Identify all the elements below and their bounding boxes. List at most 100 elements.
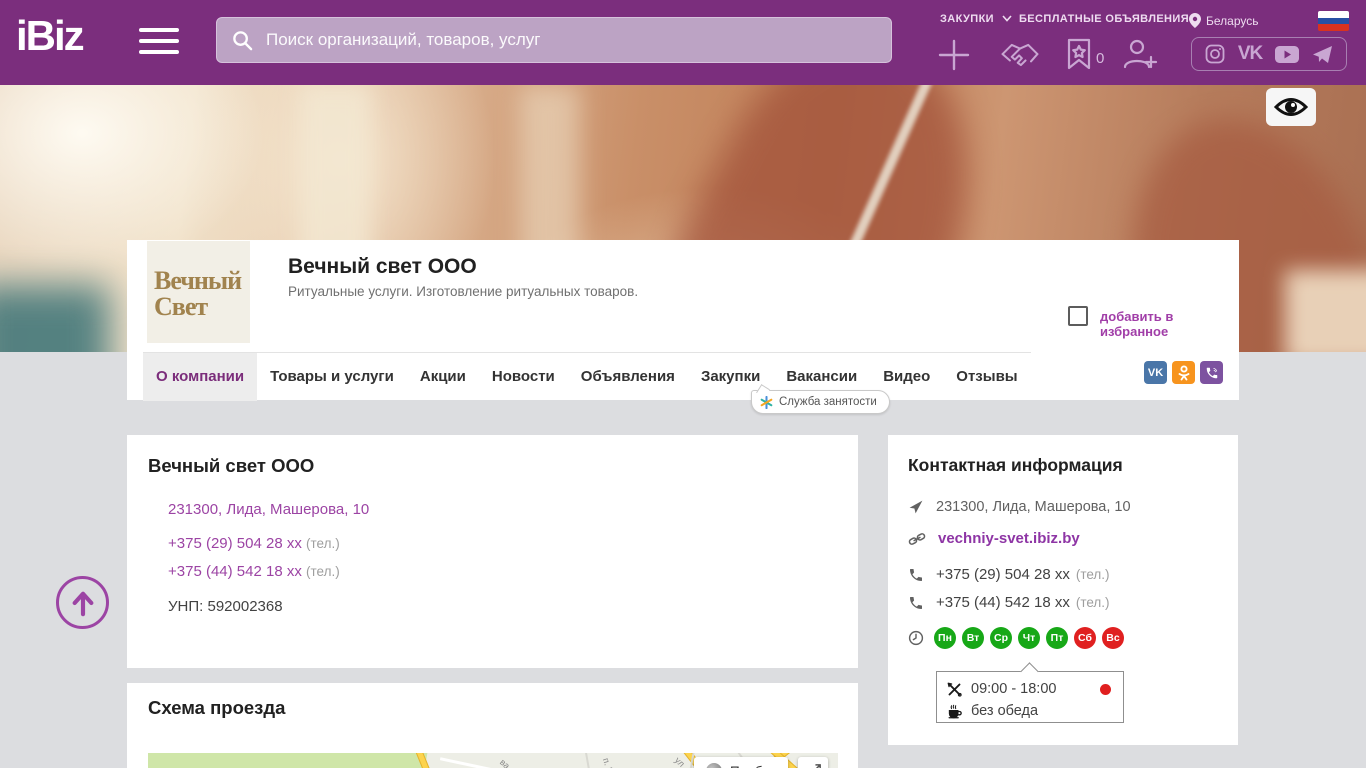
person-add-icon[interactable] — [1122, 38, 1158, 70]
free-ads-link[interactable]: БЕСПЛАТНЫЕ ОБЪЯВЛЕНИЯ — [1019, 13, 1189, 25]
viber-share-button[interactable] — [1200, 361, 1223, 384]
telegram-icon[interactable] — [1312, 45, 1333, 64]
search-icon — [233, 30, 253, 50]
traffic-light-icon — [706, 763, 722, 768]
about-card: Вечный свет ООО 231300, Лида, Машерова, … — [127, 435, 858, 668]
about-phone2-note: (тел.) — [306, 564, 340, 579]
contact-address: 231300, Лида, Машерова, 10 — [936, 499, 1131, 515]
traffic-button[interactable]: Пробки — [694, 757, 788, 768]
search-bar — [216, 17, 892, 63]
about-address-link[interactable]: 231300, Лида, Машерова, 10 — [168, 501, 369, 518]
scroll-top-button[interactable] — [56, 576, 109, 629]
clock-icon — [908, 630, 924, 646]
contact-heading: Контактная информация — [908, 455, 1123, 475]
vk-icon[interactable]: VK — [1238, 43, 1263, 65]
contact-phone2: +375 (44) 542 18 xx — [936, 594, 1070, 611]
top-header: iBiz ЗАКУПКИ БЕСПЛАТНЫЕ ОБЪЯВЛЕНИЯ Белар… — [0, 0, 1366, 85]
tab-promos[interactable]: Акции — [407, 353, 479, 401]
map-fullscreen-button[interactable] — [798, 757, 828, 768]
vk-share-button[interactable]: VK — [1144, 361, 1167, 384]
contact-phone1-note: (тел.) — [1075, 567, 1110, 582]
ibiz-logo[interactable]: iBiz — [16, 12, 85, 60]
search-input[interactable] — [254, 18, 891, 62]
tab-about[interactable]: О компании — [143, 353, 258, 401]
link-icon — [908, 532, 926, 545]
zakupki-label: ЗАКУПКИ — [940, 13, 994, 25]
about-phone1-note: (тел.) — [306, 536, 340, 551]
header-social-links: VK — [1191, 37, 1347, 71]
odnoklassniki-icon — [1178, 364, 1189, 380]
day-badge-sat[interactable]: Сб — [1074, 627, 1096, 649]
about-phone1-link[interactable]: +375 (29) 504 28 xx — [168, 535, 302, 552]
day-badge-sun[interactable]: Вс — [1102, 627, 1124, 649]
working-hours: 09:00 - 18:00 — [971, 681, 1057, 697]
instagram-icon[interactable] — [1205, 44, 1225, 64]
company-title: Вечный свет ООО — [288, 255, 477, 278]
favorite-label[interactable]: добавить в избранное — [1100, 309, 1239, 339]
map-heading: Схема проезда — [148, 697, 286, 718]
map-street-label: ул — [672, 755, 687, 768]
day-badge-tue[interactable]: Вт — [962, 627, 984, 649]
phone-icon — [910, 596, 922, 609]
closed-now-indicator — [1100, 684, 1111, 695]
tools-icon — [947, 682, 962, 697]
viber-phone-icon — [1206, 367, 1217, 378]
contact-phone2-note: (тел.) — [1075, 595, 1110, 610]
handshake-icon[interactable] — [998, 40, 1042, 70]
ok-share-button[interactable] — [1172, 361, 1195, 384]
arrow-up-icon — [72, 591, 93, 616]
russia-flag-icon[interactable] — [1318, 11, 1349, 31]
map-street — [576, 753, 600, 768]
views-counter-button[interactable] — [1266, 88, 1316, 126]
tab-reviews[interactable]: Отзывы — [943, 353, 1030, 401]
tab-nav: О компании Товары и услуги Акции Новости… — [143, 352, 1031, 401]
contact-website-link[interactable]: vechniy-svet.ibiz.by — [938, 530, 1080, 547]
coffee-cup-icon — [948, 704, 962, 718]
company-header-card: Вечный Свет Вечный свет ООО Ритуальные у… — [127, 240, 1239, 401]
day-badge-mon[interactable]: Пн — [934, 627, 956, 649]
expand-icon — [814, 763, 821, 768]
location-send-icon — [909, 500, 923, 514]
bookmark-star-icon[interactable] — [1066, 38, 1092, 70]
traffic-label: Пробки — [730, 764, 776, 768]
map-street-label: п. П — [600, 756, 616, 768]
working-hours-tooltip: 09:00 - 18:00 без обеда — [936, 671, 1124, 723]
tab-ads[interactable]: Объявления — [568, 353, 688, 401]
country-selector[interactable]: Беларусь — [1206, 14, 1258, 28]
youtube-icon[interactable] — [1275, 45, 1300, 63]
chevron-down-icon — [1002, 15, 1013, 22]
vacancy-tooltip: Служба занятости — [751, 390, 890, 414]
company-logo-line2: Свет — [154, 292, 208, 321]
company-logo-line1: Вечный — [154, 266, 242, 295]
hamburger-menu-icon[interactable] — [139, 28, 179, 61]
tab-products[interactable]: Товары и услуги — [257, 353, 407, 401]
eye-icon — [1274, 98, 1308, 116]
zakupki-menu[interactable]: ЗАКУПКИ — [940, 13, 1013, 25]
vacancy-tooltip-text: Служба занятости — [779, 396, 877, 408]
location-pin-icon — [1189, 13, 1201, 28]
company-social-buttons: VK — [1144, 361, 1223, 384]
map-card: Схема проезда За ва п. П ул Пробки — [127, 683, 858, 768]
contact-card: Контактная информация 231300, Лида, Маше… — [888, 435, 1238, 745]
lunch-info: без обеда — [971, 703, 1039, 719]
map-canvas[interactable]: За ва п. П ул Пробки — [148, 753, 838, 768]
add-company-icon[interactable] — [937, 38, 971, 72]
about-heading: Вечный свет ООО — [148, 455, 315, 476]
day-badge-fri[interactable]: Пт — [1046, 627, 1068, 649]
company-tab-bar: О компании Товары и услуги Акции Новости… — [127, 352, 1239, 401]
day-badge-wed[interactable]: Ср — [990, 627, 1012, 649]
page: iBiz ЗАКУПКИ БЕСПЛАТНЫЕ ОБЪЯВЛЕНИЯ Белар… — [0, 0, 1366, 768]
favorite-checkbox[interactable] — [1068, 306, 1088, 326]
map-street-label: ва — [497, 757, 512, 768]
phone-icon — [910, 568, 922, 581]
employment-service-icon — [760, 395, 773, 409]
company-logo: Вечный Свет — [147, 241, 250, 343]
day-badge-thu[interactable]: Чт — [1018, 627, 1040, 649]
about-phone2-link[interactable]: +375 (44) 542 18 xx — [168, 563, 302, 580]
map-park-area — [148, 753, 428, 768]
about-unp: УНП: 592002368 — [168, 598, 283, 615]
contact-phone1: +375 (29) 504 28 xx — [936, 566, 1070, 583]
tab-news[interactable]: Новости — [479, 353, 568, 401]
bookmark-count: 0 — [1096, 50, 1105, 67]
company-subtitle: Ритуальные услуги. Изготовление ритуальн… — [288, 284, 639, 299]
